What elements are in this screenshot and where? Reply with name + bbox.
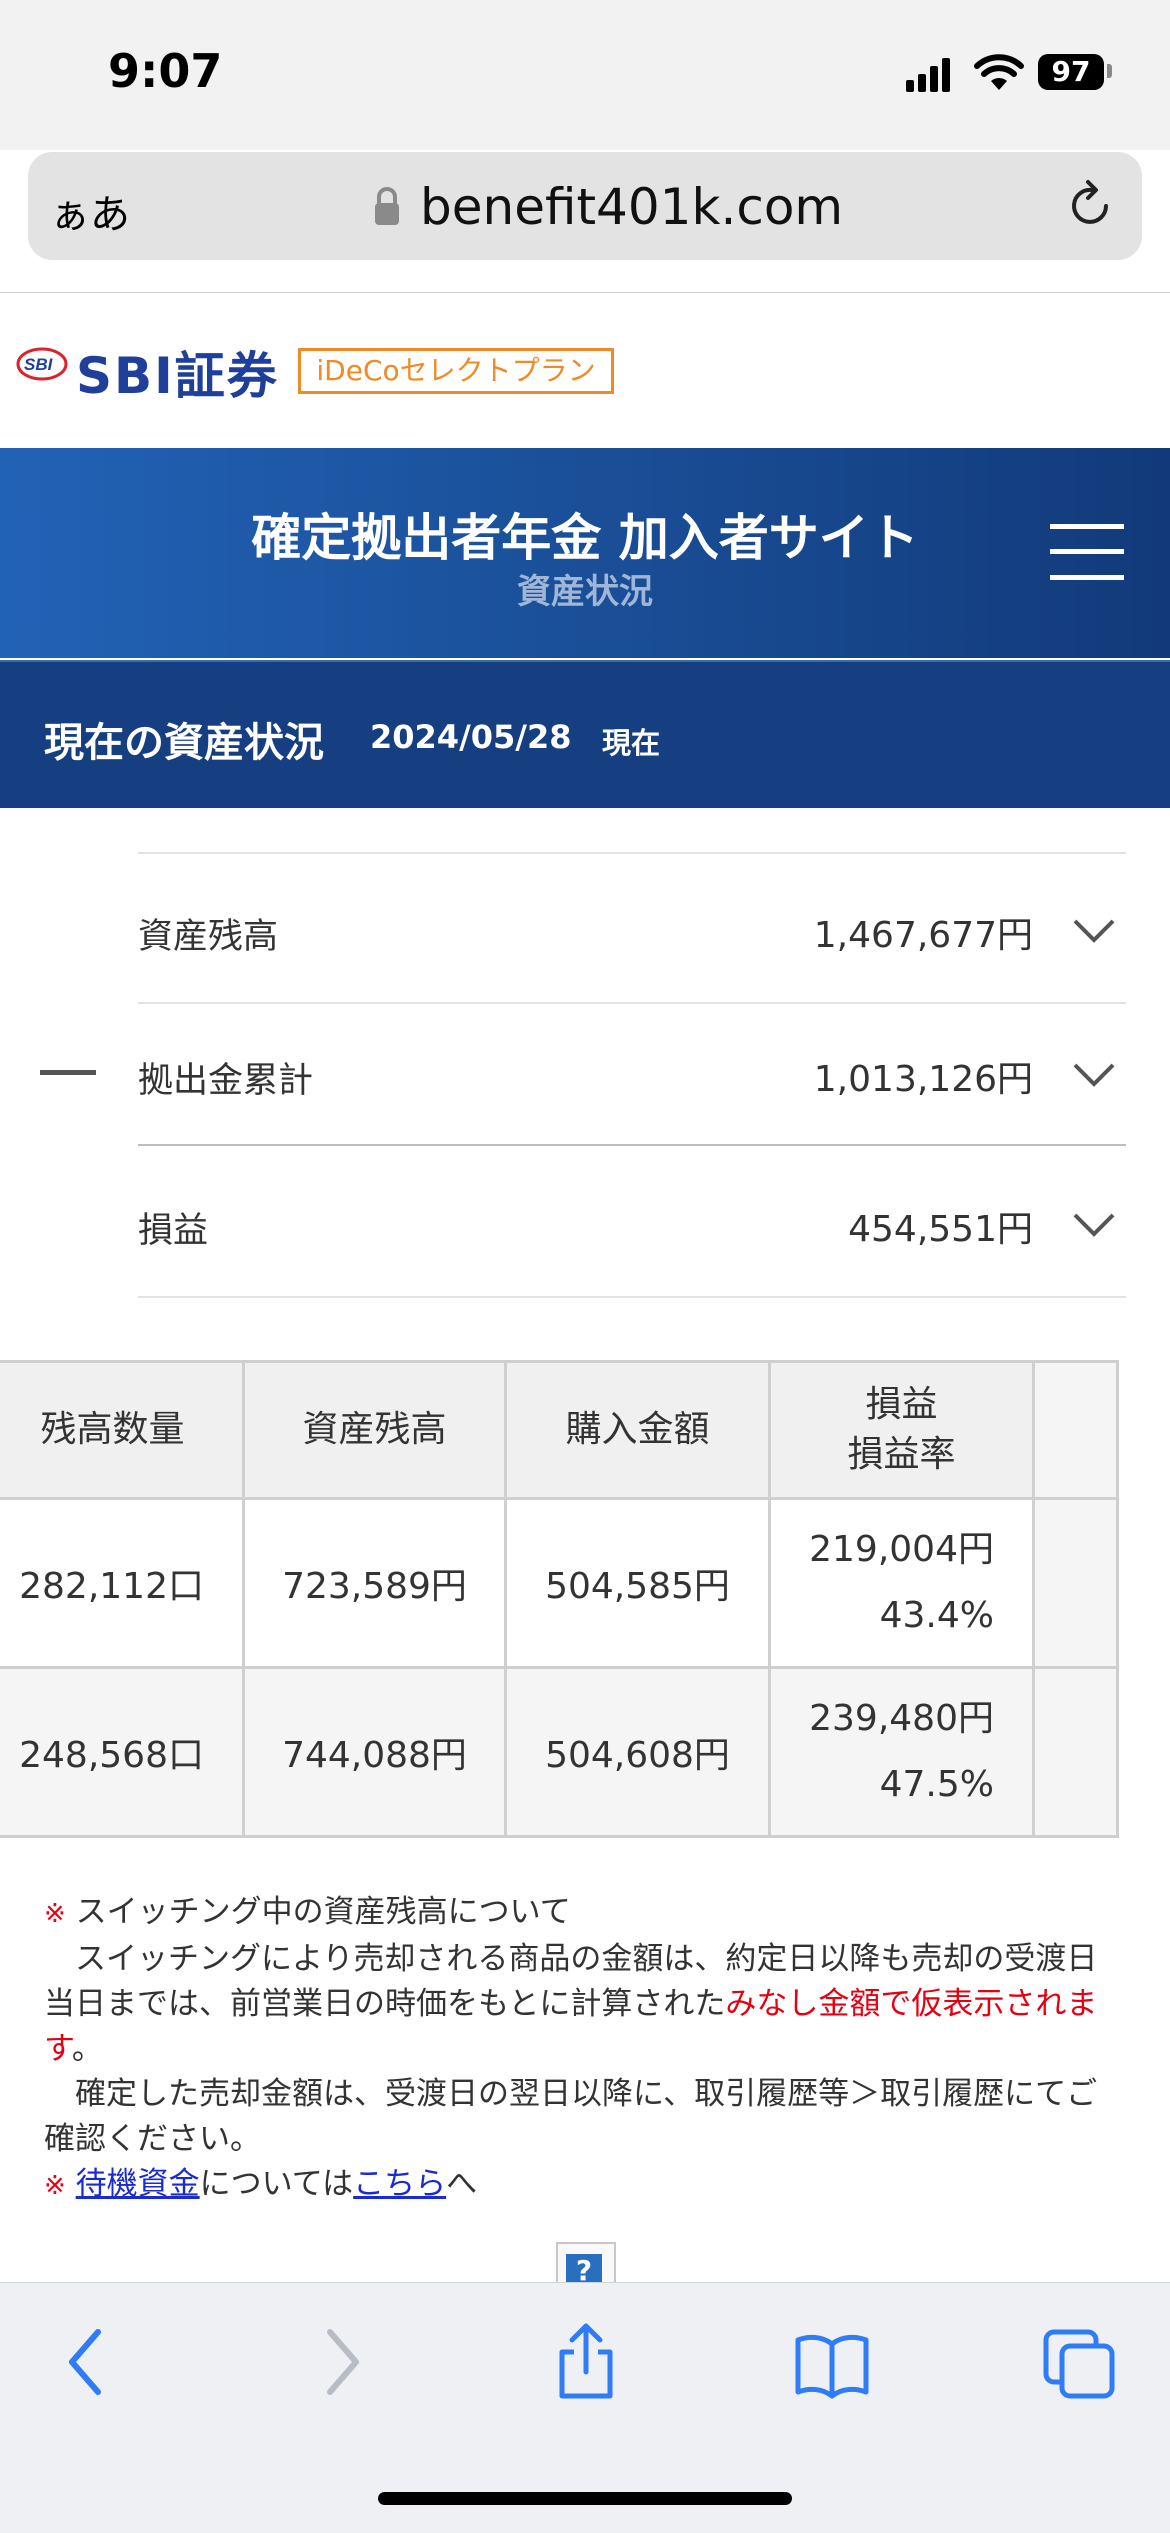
summary-label-balance: 資産残高 [138, 917, 279, 957]
share-icon[interactable] [546, 2322, 626, 2402]
cell-balance: 744,088円 [242, 1666, 507, 1838]
plan-badge: iDeCoセレクトプラン [298, 348, 614, 394]
note-standby-text: については [199, 2166, 354, 2202]
wifi-icon [974, 54, 1024, 90]
cell-purchase: 504,608円 [504, 1666, 771, 1838]
pl-rate: 43.4% [879, 1595, 994, 1636]
header-pl: 損益 損益率 [768, 1360, 1035, 1500]
cell-empty [1032, 1497, 1119, 1669]
summary-value-pl: 454,551円 [848, 1209, 1033, 1250]
notes-section: ※ スイッチング中の資産残高について スイッチングにより売却される商品の金額は、… [44, 1890, 1126, 2209]
status-time: 9:07 [108, 44, 223, 98]
page-subtitle: 資産状況 [517, 572, 653, 612]
header-pl-rate-label: 損益率 [847, 1434, 956, 1475]
note-body-end: 。 [71, 2031, 103, 2067]
summary-label-pl: 損益 [138, 1211, 209, 1251]
hamburger-menu-icon[interactable] [1050, 524, 1124, 580]
summary-value-balance: 1,467,677円 [813, 915, 1033, 956]
collapse-dash-icon[interactable] [40, 1070, 96, 1075]
divider [138, 1296, 1126, 1298]
cell-pl: 239,480円 47.5% [768, 1666, 1035, 1838]
here-link[interactable]: こちら [353, 2166, 446, 2202]
sbi-group-logo-icon: SBI [16, 347, 68, 381]
tabs-icon[interactable] [1040, 2322, 1120, 2402]
header-empty [1032, 1360, 1119, 1500]
note-heading-text: スイッチング中の資産残高について [75, 1894, 571, 1930]
section-date-suffix: 現在 [602, 726, 661, 760]
cell-empty [1032, 1666, 1119, 1838]
pl-amount: 239,480円 [809, 1698, 994, 1739]
note-heading: ※ スイッチング中の資産残高について [44, 1890, 1126, 1937]
divider [138, 852, 1126, 854]
reader-options-button[interactable]: ぁあ [50, 182, 130, 240]
battery-tip [1107, 64, 1112, 78]
home-indicator [378, 2492, 792, 2505]
header-balance: 資産残高 [242, 1360, 507, 1500]
divider [138, 1144, 1126, 1146]
battery-icon: 97 [1038, 54, 1104, 90]
divider [138, 1002, 1126, 1004]
header-pl-label: 損益 [865, 1384, 938, 1425]
pl-amount: 219,004円 [809, 1529, 994, 1570]
reload-icon[interactable] [1062, 178, 1118, 234]
note-mark: ※ [44, 1899, 66, 1929]
header-quantity: 残高数量 [0, 1360, 245, 1500]
bookmarks-icon[interactable] [792, 2322, 872, 2402]
note-mark: ※ [44, 2171, 66, 2201]
cellular-signal-icon [906, 56, 952, 92]
chevron-down-icon[interactable] [1072, 1212, 1116, 1238]
table-row[interactable]: 282,112口 723,589円 504,585円 219,004円 43.4% [0, 1497, 1119, 1669]
cell-balance: 723,589円 [242, 1497, 507, 1669]
cell-pl: 219,004円 43.4% [768, 1497, 1035, 1669]
header-purchase: 購入金額 [504, 1360, 771, 1500]
back-arrow-icon[interactable] [48, 2322, 128, 2402]
summary-label-contribution: 拠出金累計 [138, 1061, 314, 1101]
svg-text:SBI: SBI [24, 355, 54, 374]
note-body: スイッチングにより売却される商品の金額は、約定日以降も売却の受渡日当日までは、前… [44, 1937, 1126, 2072]
standby-funds-link[interactable]: 待機資金 [76, 2166, 200, 2202]
brand-logo[interactable]: SBI証券 [76, 336, 279, 408]
pl-rate: 47.5% [879, 1764, 994, 1805]
summary-value-contribution: 1,013,126円 [813, 1059, 1033, 1100]
chevron-down-icon[interactable] [1072, 1062, 1116, 1088]
cell-quantity: 282,112口 [0, 1497, 245, 1669]
divider [0, 292, 1170, 293]
lock-icon [375, 187, 399, 225]
site-title: 確定拠出者年金 加入者サイト [251, 509, 919, 567]
section-date: 2024/05/28 [370, 718, 572, 756]
note-standby-funds: ※ 待機資金についてはこちらへ [44, 2162, 1126, 2209]
note-standby-tail: へ [446, 2166, 478, 2202]
table-row[interactable]: 248,568口 744,088円 504,608円 239,480円 47.5% [0, 1666, 1119, 1838]
holdings-table: 残高数量 資産残高 購入金額 損益損益率 282,112口 723,589円 5… [0, 1360, 1119, 1838]
note-body-2: 確定した売却金額は、受渡日の翌日以降に、取引履歴等＞取引履歴にてご確認ください。 [44, 2076, 1098, 2157]
forward-arrow-icon[interactable] [300, 2322, 380, 2402]
section-title: 現在の資産状況 [44, 720, 324, 766]
cell-purchase: 504,585円 [504, 1497, 771, 1669]
table-header-row: 残高数量 資産残高 購入金額 損益損益率 [0, 1360, 1119, 1500]
cell-quantity: 248,568口 [0, 1666, 245, 1838]
url-text[interactable]: benefit401k.com [420, 178, 843, 236]
chevron-down-icon[interactable] [1072, 918, 1116, 944]
